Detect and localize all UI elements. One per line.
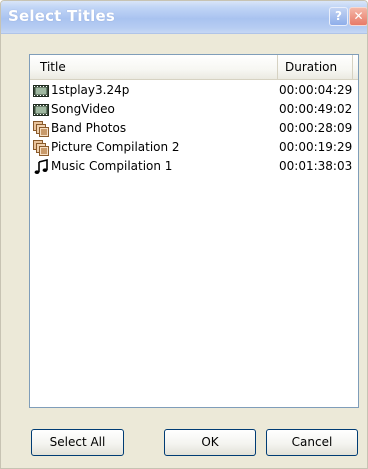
cancel-button[interactable]: Cancel [266, 429, 358, 456]
select-all-button[interactable]: Select All [31, 429, 124, 456]
title-bar[interactable]: Select Titles ? ✕ [1, 1, 367, 34]
table-row[interactable]: 1stplay3.24p 00:00:04:29 [30, 81, 358, 100]
film-icon [33, 104, 49, 116]
row-title: SongVideo [51, 102, 115, 116]
row-duration: 00:00:28:09 [279, 121, 353, 135]
ok-button[interactable]: OK [164, 429, 256, 456]
film-icon [33, 85, 49, 97]
column-header-duration[interactable]: Duration [279, 55, 353, 79]
column-header-title[interactable]: Title [30, 55, 278, 79]
list-rows: 1stplay3.24p 00:00:04:29 SongVideo 00:00… [30, 81, 358, 176]
row-duration: 00:00:19:29 [279, 140, 353, 154]
row-title: Picture Compilation 2 [51, 140, 180, 154]
select-titles-dialog: Select Titles ? ✕ Title Duration 1stplay… [0, 0, 368, 469]
row-duration: 00:00:49:02 [279, 102, 353, 116]
titles-list[interactable]: Title Duration 1stplay3.24p 00:00:04:29 [29, 54, 359, 408]
row-title: 1stplay3.24p [51, 83, 130, 97]
music-note-icon [34, 159, 48, 174]
row-title: Band Photos [51, 121, 127, 135]
table-row[interactable]: SongVideo 00:00:49:02 [30, 100, 358, 119]
table-row[interactable]: Music Compilation 1 00:01:38:03 [30, 157, 358, 176]
row-duration: 00:00:04:29 [279, 83, 353, 97]
close-button[interactable]: ✕ [349, 7, 367, 26]
list-header: Title Duration [30, 55, 358, 80]
photos-icon [33, 140, 49, 156]
photos-icon [33, 121, 49, 137]
table-row[interactable]: Band Photos 00:00:28:09 [30, 119, 358, 138]
help-button[interactable]: ? [329, 7, 348, 26]
window-title: Select Titles [8, 7, 115, 25]
table-row[interactable]: Picture Compilation 2 00:00:19:29 [30, 138, 358, 157]
row-duration: 00:01:38:03 [279, 159, 353, 173]
row-title: Music Compilation 1 [51, 159, 173, 173]
